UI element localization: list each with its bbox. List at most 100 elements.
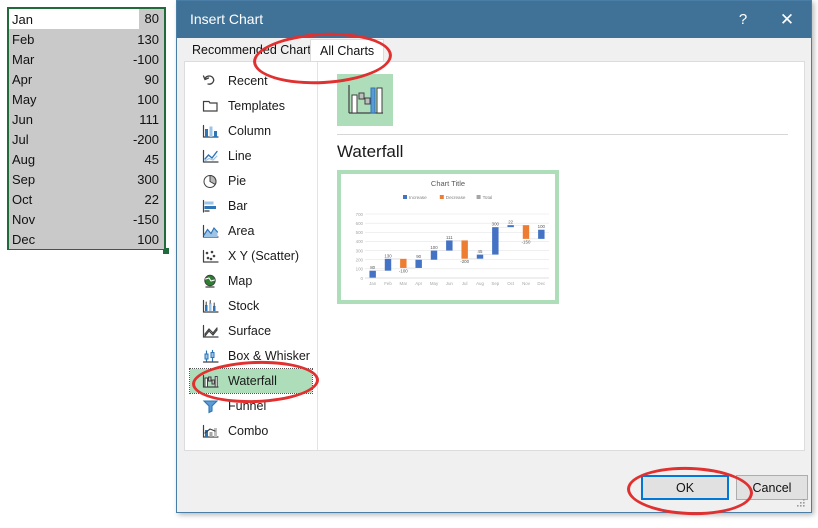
spreadsheet-row[interactable]: Jun 111 (9, 109, 164, 129)
resize-grip-icon[interactable] (796, 498, 806, 508)
stock-chart-icon (202, 299, 219, 313)
waterfall-bar (461, 240, 468, 259)
column-chart-icon (200, 122, 220, 140)
x-axis-tick: Jul (462, 281, 468, 286)
chart-type-item-map[interactable]: Map (190, 269, 312, 293)
waterfall-bar (384, 258, 392, 271)
chart-type-item-x-y-scatter[interactable]: X Y (Scatter) (190, 244, 312, 268)
spreadsheet-row[interactable]: May 100 (9, 89, 164, 109)
area-chart-icon (202, 224, 219, 238)
cell-month[interactable]: Aug (9, 152, 145, 167)
cell-value[interactable]: 100 (137, 232, 164, 247)
chart-type-label: Bar (228, 199, 248, 213)
cell-month[interactable]: Sep (9, 172, 137, 187)
waterfall-bar (476, 254, 484, 259)
map-chart-icon (203, 274, 216, 288)
cell-month[interactable]: Mar (9, 52, 133, 67)
chart-type-label: Stock (228, 299, 260, 313)
cell-month[interactable]: Jun (9, 112, 139, 127)
selected-chart-type-heading: Waterfall (337, 142, 404, 161)
spreadsheet-row[interactable]: Oct 22 (9, 189, 164, 209)
waterfall-bar (415, 259, 422, 268)
x-axis-tick: Feb (384, 281, 392, 286)
waterfall-bar (400, 258, 407, 268)
cell-value[interactable]: -200 (133, 132, 164, 147)
y-axis-tick: 300 (356, 248, 364, 253)
chart-type-label: Area (228, 224, 255, 238)
chart-type-item-surface[interactable]: Surface (190, 319, 312, 343)
cell-month[interactable]: Jul (9, 132, 133, 147)
chart-type-label: Map (228, 274, 253, 288)
x-axis-tick: Jun (446, 281, 454, 286)
chart-type-item-bar[interactable]: Bar (190, 194, 312, 218)
spreadsheet-row[interactable]: Aug 45 (9, 149, 164, 169)
stock-chart-icon (200, 297, 220, 315)
line-chart-icon (202, 149, 219, 163)
y-axis-tick: 100 (356, 267, 364, 272)
waterfall-bar (369, 270, 376, 278)
spreadsheet-row[interactable]: Sep 300 (9, 169, 164, 189)
scatter-chart-icon (200, 247, 220, 265)
waterfall-bar (492, 227, 499, 255)
spreadsheet-row[interactable]: Apr 90 (9, 69, 164, 89)
combo-chart-icon (202, 424, 219, 438)
recent-icon (202, 74, 214, 85)
cell-value[interactable]: 100 (137, 92, 164, 107)
cell-month[interactable]: Dec (9, 232, 137, 247)
help-icon[interactable]: ? (721, 1, 765, 38)
bar-chart-icon (202, 199, 216, 213)
chart-preview-frame[interactable]: Chart Title Increase Decrease Total 0 100 200 3… (337, 170, 559, 304)
spreadsheet-row[interactable]: Jul -200 (9, 129, 164, 149)
y-axis-tick: 500 (356, 230, 364, 235)
line-chart-icon (200, 147, 220, 165)
close-icon[interactable]: ✕ (765, 1, 809, 38)
cell-month[interactable]: Oct (9, 192, 145, 207)
x-axis-tick: Mar (400, 281, 408, 286)
spreadsheet-row[interactable]: Jan 80 (9, 9, 164, 29)
spreadsheet-row[interactable]: Nov -150 (9, 209, 164, 229)
funnel-chart-icon (202, 399, 218, 413)
cell-value[interactable]: 90 (145, 72, 164, 87)
cell-value[interactable]: -100 (133, 52, 164, 67)
bar-chart-icon (200, 197, 220, 215)
chart-type-item-line[interactable]: Line (190, 144, 312, 168)
x-axis-tick: Oct (507, 281, 515, 286)
cell-value[interactable]: 45 (145, 152, 164, 167)
bar-data-label: 130 (384, 253, 392, 258)
chart-type-label: Templates (228, 99, 285, 113)
spreadsheet-row[interactable]: Mar -100 (9, 49, 164, 69)
chart-type-item-templates[interactable]: Templates (190, 94, 312, 118)
cell-value[interactable]: -150 (133, 212, 164, 227)
cell-month[interactable]: Feb (9, 32, 137, 47)
bar-data-label: 100 (538, 224, 546, 229)
cell-month[interactable]: May (9, 92, 137, 107)
cell-value[interactable]: 300 (137, 172, 164, 187)
chart-type-item-area[interactable]: Area (190, 219, 312, 243)
chart-type-label: Recent (228, 74, 268, 88)
chart-type-item-column[interactable]: Column (190, 119, 312, 143)
chart-preview-pane: Waterfall Chart Title Increase Decrease Tot… (319, 62, 804, 450)
thumbnail-divider (337, 134, 788, 135)
cell-value[interactable]: 22 (145, 192, 164, 207)
chart-type-item-pie[interactable]: Pie (190, 169, 312, 193)
cell-month[interactable]: Apr (9, 72, 145, 87)
cell-value[interactable]: 111 (139, 112, 164, 127)
x-axis-tick: Jan (369, 281, 377, 286)
spreadsheet-row[interactable]: Dec 100 (9, 229, 164, 249)
spreadsheet-row[interactable]: Feb 130 (9, 29, 164, 49)
y-axis-tick: 400 (356, 239, 364, 244)
waterfall-chart-preview: Chart Title Increase Decrease Total 0 100 200 3… (341, 174, 555, 300)
chart-title: Chart Title (431, 179, 465, 188)
map-chart-icon (200, 272, 220, 290)
cell-value[interactable]: 80 (138, 9, 164, 29)
waterfall-thumbnail[interactable] (337, 74, 393, 126)
cell-value[interactable]: 130 (137, 32, 164, 47)
cell-month[interactable]: Jan (9, 11, 139, 27)
bar-data-label: 22 (508, 220, 513, 225)
chart-type-item-stock[interactable]: Stock (190, 294, 312, 318)
chart-type-label: Column (228, 124, 272, 138)
y-axis-tick: 700 (356, 212, 364, 217)
chart-type-item-combo[interactable]: Combo (190, 419, 312, 443)
cell-month[interactable]: Nov (9, 212, 133, 227)
legend-swatch (439, 195, 444, 199)
